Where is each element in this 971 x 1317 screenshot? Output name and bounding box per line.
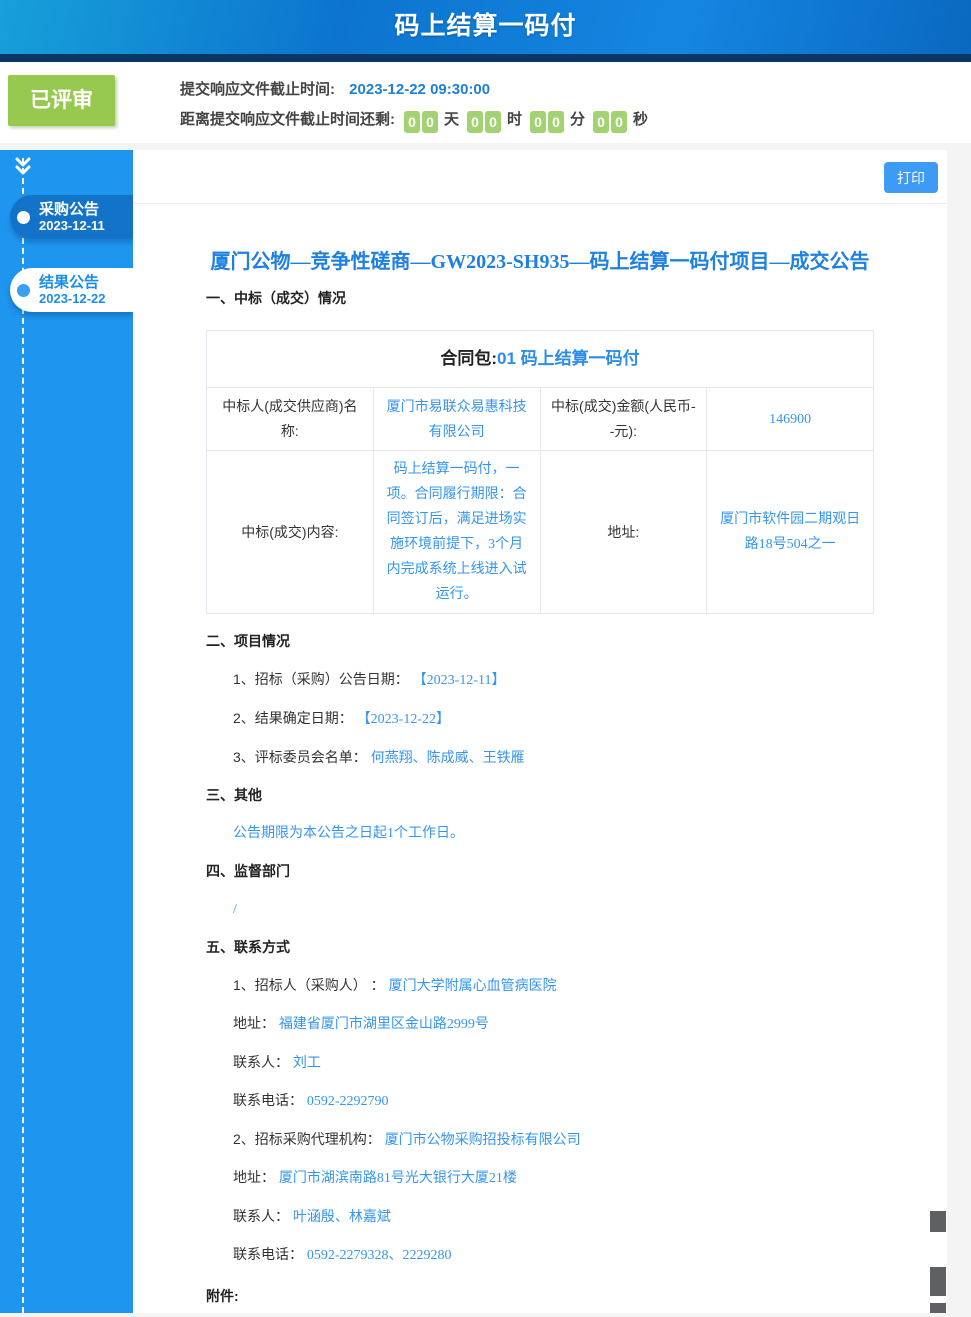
winner-name-link[interactable]: 厦门市易联众易惠科技有限公司 [373, 388, 540, 451]
announcement-article: 厦门公物—竞争性磋商—GW2023-SH935—码上结算一码付项目—成交公告 一… [206, 204, 874, 1306]
attachment-label: 附件: [206, 1286, 874, 1306]
contact-item: 1、招标人（采购人） ： 厦门大学附属心血管病医院 [206, 976, 874, 995]
floating-widget-block[interactable] [930, 1267, 946, 1296]
timeline-item-label: 结果公告 [39, 274, 106, 291]
project-item: 3、评标委员会名单： 何燕翔、陈成威、王铁雁 [206, 748, 874, 767]
agency-contact-label: 联系人： [233, 1208, 293, 1224]
section-heading-other: 三、其他 [206, 786, 874, 805]
timeline-item-date: 2023-12-22 [39, 291, 106, 306]
chevron-double-down-icon [14, 156, 32, 178]
purchaser-address-value: 福建省厦门市湖里区金山路2999号 [279, 1017, 489, 1032]
agency-contact-value: 叶涵殷、林嘉斌 [293, 1208, 391, 1224]
purchaser-phone-value: 0592-2292790 [307, 1094, 389, 1109]
table-caption-row: 合同包:01 码上结算一码付 [207, 331, 874, 388]
floating-widget-block[interactable] [930, 1211, 946, 1232]
agency-address-value: 厦门市湖滨南路81号光大银行大厦21楼 [279, 1171, 517, 1186]
countdown-day-digit: 0 [422, 111, 438, 133]
countdown-hour-unit: 时 [507, 111, 522, 128]
purchaser-address-label: 地址： [233, 1015, 279, 1031]
supervision-text: / [206, 900, 874, 919]
countdown-second-digit: 0 [611, 111, 627, 133]
sidebar-item-result-notice[interactable]: 结果公告 2023-12-22 [10, 268, 133, 312]
other-text: 公告期限为本公告之日起1个工作日。 [206, 824, 874, 843]
result-date-value: 【2023-12-22】 [357, 712, 450, 727]
timeline-dot-icon [17, 211, 30, 224]
contact-item: 地址： 福建省厦门市湖里区金山路2999号 [206, 1014, 874, 1034]
purchaser-link[interactable]: 厦门大学附属心血管病医院 [389, 977, 557, 993]
purchaser-phone-label: 联系电话： [233, 1092, 307, 1108]
purchaser-label: 1、招标人（采购人） ： [233, 977, 389, 993]
contact-item: 联系电话： 0592-2292790 [206, 1091, 874, 1111]
agency-phone-label: 联系电话： [233, 1246, 307, 1262]
countdown-day-unit: 天 [444, 111, 459, 128]
deadline-row: 提交响应文件截止时间: 2023-12-22 09:30:00 [180, 78, 490, 99]
address-value: 厦门市软件园二期观日路18号504之一 [707, 451, 874, 614]
section-heading-supervision: 四、监督部门 [206, 862, 874, 881]
countdown-day-digit: 0 [404, 111, 420, 133]
agency-address-label: 地址： [233, 1169, 279, 1185]
contact-item: 联系人： 刘工 [206, 1053, 874, 1072]
countdown-second-unit: 秒 [633, 111, 648, 128]
contact-item: 2、招标采购代理机构： 厦门市公物采购招投标有限公司 [206, 1130, 874, 1149]
page-title: 码上结算一码付 [0, 0, 971, 52]
contact-item: 地址： 厦门市湖滨南路81号光大银行大厦21楼 [206, 1168, 874, 1188]
sidebar-item-procurement-notice[interactable]: 采购公告 2023-12-11 [10, 195, 133, 239]
contact-item: 联系电话： 0592-2279328、2229280 [206, 1245, 874, 1265]
agency-link[interactable]: 厦门市公物采购招投标有限公司 [385, 1131, 581, 1147]
countdown-row: 距离提交响应文件截止时间还剩:00天00时00分00秒 [180, 108, 655, 133]
section-heading-award: 一、中标（成交）情况 [206, 289, 874, 308]
announcement-title: 厦门公物—竞争性磋商—GW2023-SH935—码上结算一码付项目—成交公告 [206, 246, 874, 279]
award-amount-label: 中标(成交)金额(人民币--元): [540, 388, 707, 451]
countdown-hour-digit: 0 [467, 111, 483, 133]
deadline-label: 提交响应文件截止时间: [180, 81, 335, 98]
countdown-second-digit: 0 [593, 111, 609, 133]
countdown-label: 距离提交响应文件截止时间还剩: [180, 111, 395, 128]
agency-phone-value: 0592-2279328、2229280 [307, 1248, 452, 1263]
winner-name-label: 中标人(成交供应商)名称: [207, 388, 374, 451]
section-heading-contact: 五、联系方式 [206, 938, 874, 957]
award-content-value: 码上结算一码付，一项。合同履行期限：合同签订后，满足进场实施环境前提下，3个月内… [373, 451, 540, 614]
countdown-timer: 00天00时00分00秒 [403, 111, 655, 128]
page-banner: 码上结算一码付 [0, 0, 971, 62]
announce-date-label: 1、招标（采购）公告日期： [233, 671, 413, 687]
table-row: 中标人(成交供应商)名称: 厦门市易联众易惠科技有限公司 中标(成交)金额(人民… [207, 388, 874, 451]
deadline-value: 2023-12-22 09:30:00 [349, 81, 490, 98]
announcement-card: 打印 厦门公物—竞争性磋商—GW2023-SH935—码上结算一码付项目—成交公… [133, 150, 947, 1313]
purchaser-contact-label: 联系人： [233, 1054, 293, 1070]
contact-item: 联系人： 叶涵殷、林嘉斌 [206, 1207, 874, 1226]
section-heading-project: 二、项目情况 [206, 632, 874, 651]
committee-value: 何燕翔、陈成威、王铁雁 [371, 749, 525, 765]
agency-label: 2、招标采购代理机构： [233, 1131, 385, 1147]
award-table: 合同包:01 码上结算一码付 中标人(成交供应商)名称: 厦门市易联众易惠科技有… [206, 330, 874, 614]
announce-date-value: 【2023-12-11】 [413, 673, 506, 688]
countdown-hour-digit: 0 [485, 111, 501, 133]
purchaser-contact-value: 刘工 [293, 1054, 321, 1070]
countdown-minute-digit: 0 [548, 111, 564, 133]
timeline-item-label: 采购公告 [39, 201, 105, 218]
result-date-label: 2、结果确定日期： [233, 710, 357, 726]
print-button[interactable]: 打印 [884, 162, 938, 193]
timeline-dot-icon [17, 284, 30, 297]
timeline-sidebar: 采购公告 2023-12-11 结果公告 2023-12-22 [0, 150, 133, 1313]
countdown-minute-unit: 分 [570, 111, 585, 128]
project-item: 2、结果确定日期： 【2023-12-22】 [206, 709, 874, 729]
project-item: 1、招标（采购）公告日期： 【2023-12-11】 [206, 670, 874, 690]
contract-package-value: 01 码上结算一码付 [497, 349, 640, 368]
award-amount-value: 146900 [707, 388, 874, 451]
award-content-label: 中标(成交)内容: [207, 451, 374, 614]
address-label: 地址: [540, 451, 707, 614]
table-row: 中标(成交)内容: 码上结算一码付，一项。合同履行期限：合同签订后，满足进场实施… [207, 451, 874, 614]
timeline-item-date: 2023-12-11 [39, 218, 105, 233]
countdown-minute-digit: 0 [530, 111, 546, 133]
status-bar: 已评审 提交响应文件截止时间: 2023-12-22 09:30:00 距离提交… [0, 62, 971, 143]
committee-label: 3、评标委员会名单： [233, 749, 371, 765]
floating-widget-block[interactable] [930, 1303, 946, 1313]
timeline-dashed-line [22, 158, 24, 1313]
status-badge: 已评审 [8, 75, 115, 126]
contract-package-label: 合同包: [440, 349, 497, 368]
